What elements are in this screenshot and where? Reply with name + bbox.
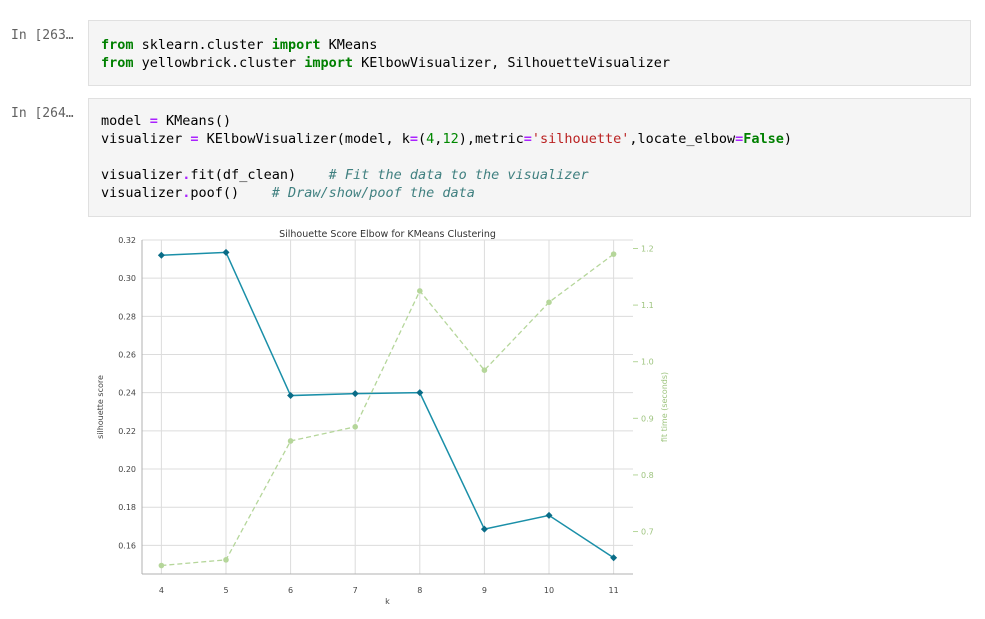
x-tick-label: 11 (609, 586, 619, 595)
x-tick-label: 10 (544, 586, 554, 595)
y2-tick-label: 0.7 (641, 528, 654, 537)
y2-tick-label: 0.8 (641, 471, 654, 480)
code-token: visualizer (101, 167, 183, 183)
y-tick-label: 0.24 (118, 389, 136, 398)
code-token: fit(df_clean) (190, 167, 329, 183)
x-tick-label: 4 (159, 586, 164, 595)
code-token: = (149, 113, 158, 129)
code-line: from yellowbrick.cluster import KElbowVi… (101, 54, 970, 72)
x-tick-label: 9 (482, 586, 487, 595)
code-token: ),metric (458, 131, 524, 147)
code-token: KMeans() (157, 113, 232, 129)
y-tick-label: 0.32 (118, 236, 136, 245)
code-token: = (409, 131, 419, 147)
code-line: model = KMeans() (101, 112, 970, 130)
code-token: 12 (442, 131, 459, 147)
code-token: 'silhouette' (531, 131, 630, 147)
code-token: import (304, 55, 353, 71)
code-cell-imports[interactable]: from sklearn.cluster import KMeans from y… (88, 20, 971, 86)
code-line: visualizer = KElbowVisualizer(model, k=(… (101, 130, 970, 148)
code-token: poof() (190, 185, 272, 201)
cell-prompt-264: In [264… (11, 106, 74, 121)
code-cell-visualizer[interactable]: model = KMeans() visualizer = KElbowVisua… (88, 98, 971, 217)
code-token: # Draw/show/poof the data (271, 185, 475, 201)
y-axis-label: silhouette score (96, 375, 105, 439)
code-token: from (101, 37, 134, 53)
code-editor[interactable]: from sklearn.cluster import KMeans from y… (89, 21, 970, 72)
x-tick-label: 5 (223, 586, 228, 595)
silhouette-score-point (157, 251, 165, 259)
code-token: # Fit the data to the visualizer (328, 167, 589, 183)
elbow-chart: Silhouette Score Elbow for KMeans Cluste… (96, 229, 669, 606)
fit-time-point (546, 299, 552, 306)
y2-tick-label: 1.0 (641, 358, 654, 367)
code-line: from sklearn.cluster import KMeans (101, 36, 970, 54)
x-tick-label: 7 (353, 586, 358, 595)
fit-time-point (610, 251, 617, 257)
y-tick-label: 0.18 (118, 503, 136, 512)
code-token: KElbowVisualizer(model, k (198, 131, 410, 147)
y-tick-label: 0.20 (118, 465, 136, 474)
code-token: yellowbrick.cluster (133, 55, 305, 71)
y-tick-label: 0.22 (118, 427, 136, 436)
fit-time-point (481, 367, 488, 374)
y-tick-label: 0.16 (118, 541, 136, 550)
code-line: visualizer.fit(df_clean) # Fit the data … (101, 166, 970, 184)
code-token: ) (783, 131, 793, 147)
code-token: KMeans (320, 37, 378, 53)
silhouette-score-point (416, 389, 424, 397)
code-token: visualizer (101, 185, 183, 201)
code-token: import (271, 37, 321, 53)
x-tick-label: 6 (288, 586, 293, 595)
fit-time-point (158, 562, 165, 569)
y2-tick-label: 1.2 (641, 244, 654, 253)
silhouette-score-point (351, 390, 359, 398)
silhouette-score-line (161, 251, 615, 559)
silhouette-score-point (480, 525, 488, 533)
cell-prompt-263: In [263… (11, 28, 74, 43)
code-token: = (735, 131, 744, 147)
silhouette-score-point (222, 248, 230, 256)
y-tick-label: 0.28 (118, 312, 136, 321)
code-token: ,locate_elbow (629, 131, 736, 147)
y-tick-label: 0.26 (118, 351, 136, 360)
code-token: KElbowVisualizer, SilhouetteVisualizer (352, 55, 670, 71)
y-tick-label: 0.30 (118, 274, 136, 283)
code-token: from (101, 55, 134, 71)
fit-time-line (161, 253, 615, 567)
y2-tick-label: 1.1 (641, 301, 654, 310)
chart-title: Silhouette Score Elbow for KMeans Cluste… (279, 229, 496, 240)
fit-time-point (287, 438, 294, 444)
y2-tick-label: 0.9 (641, 414, 654, 423)
code-token: sklearn.cluster (133, 37, 272, 53)
x-axis-label: k (385, 597, 390, 606)
code-token: = (190, 131, 199, 147)
y2-axis-label: fit time (seconds) (660, 372, 669, 442)
fit-time-point (417, 288, 423, 294)
code-line: visualizer.poof() # Draw/show/poof the d… (101, 184, 970, 202)
elbow-plot-output: Silhouette Score Elbow for KMeans Cluste… (80, 225, 680, 615)
x-tick-label: 8 (417, 586, 422, 595)
code-token: model (101, 113, 150, 129)
code-token: = (523, 131, 532, 147)
code-token: ( (418, 131, 427, 147)
code-editor[interactable]: model = KMeans() visualizer = KElbowVisua… (89, 99, 970, 202)
code-token: visualizer (101, 131, 191, 147)
code-token: False (743, 131, 784, 147)
fit-time-point (352, 424, 358, 430)
fit-time-point (223, 557, 229, 563)
